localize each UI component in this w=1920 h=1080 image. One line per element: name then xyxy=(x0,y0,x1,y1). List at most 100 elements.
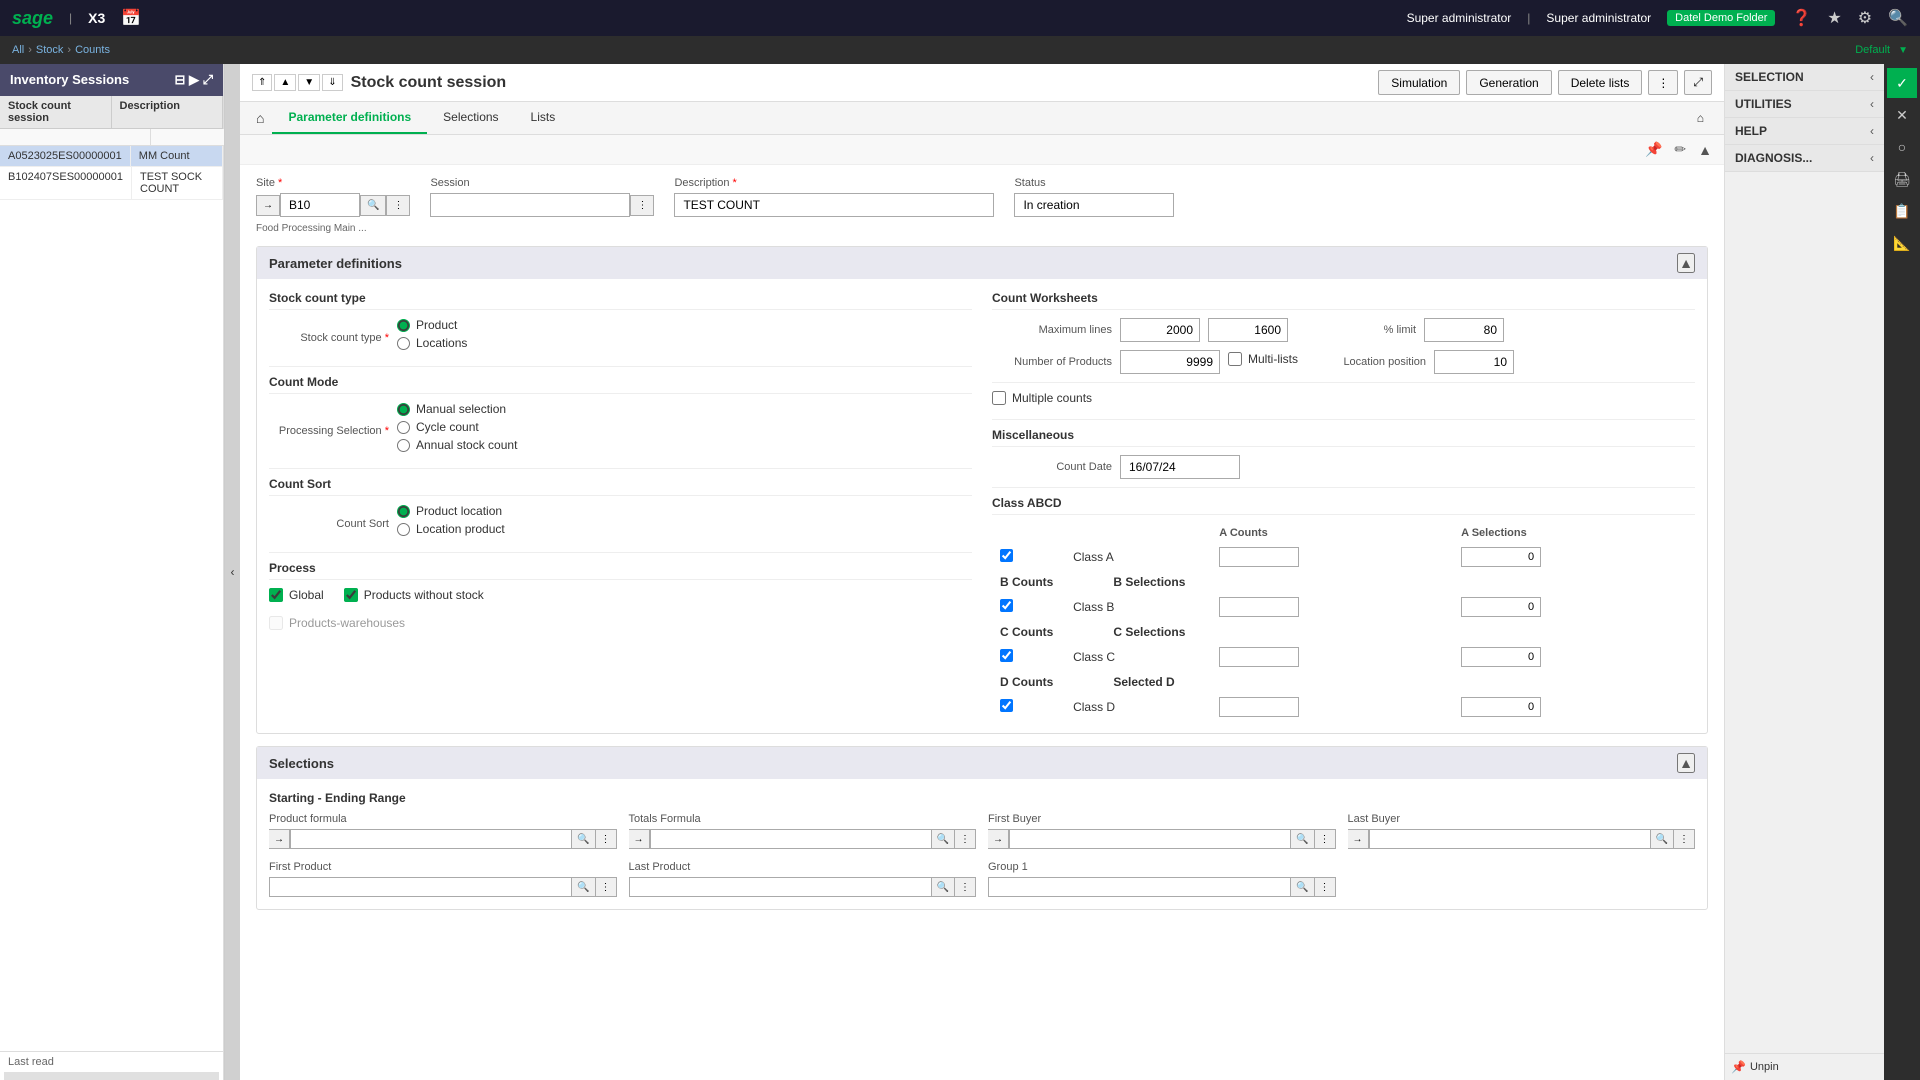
products-without-stock-checkbox-label[interactable]: Products without stock xyxy=(344,588,484,602)
radio-cycle-input[interactable] xyxy=(397,421,410,434)
folder-label[interactable]: Datel Demo Folder xyxy=(1667,10,1775,26)
radio-product-input[interactable] xyxy=(397,319,410,332)
selection-panel-row[interactable]: SELECTION ‹ xyxy=(1725,64,1884,91)
session-input[interactable] xyxy=(430,193,630,217)
radio-locations-input[interactable] xyxy=(397,337,410,350)
delete-lists-btn[interactable]: Delete lists xyxy=(1558,70,1643,95)
multi-lists-checkbox[interactable] xyxy=(1228,352,1242,366)
far-right-circle-btn[interactable]: ○ xyxy=(1887,132,1917,162)
session-more-btn[interactable]: ⋮ xyxy=(630,195,654,216)
more-btn[interactable]: ⋮ xyxy=(1648,70,1678,95)
totals-formula-more-btn[interactable]: ⋮ xyxy=(955,829,976,849)
radio-product-location-input[interactable] xyxy=(397,505,410,518)
multiple-counts-checkbox[interactable] xyxy=(992,391,1006,405)
site-search-btn[interactable]: 🔍 xyxy=(360,195,386,216)
parameter-definitions-collapse[interactable]: ▲ xyxy=(1677,253,1695,273)
breadcrumb-all[interactable]: All xyxy=(12,44,24,56)
radio-annual[interactable]: Annual stock count xyxy=(397,438,517,452)
totals-formula-arrow-btn[interactable]: → xyxy=(629,829,650,849)
help-panel-row[interactable]: HELP ‹ xyxy=(1725,118,1884,145)
tab-lists[interactable]: Lists xyxy=(515,102,572,134)
search-icon[interactable]: 🔍 xyxy=(1888,8,1908,28)
simulation-btn[interactable]: Simulation xyxy=(1378,70,1460,95)
far-right-ruler-btn[interactable]: 📐 xyxy=(1887,228,1917,258)
nav-last-btn[interactable]: ⇓ xyxy=(322,74,342,91)
class-b-selections-input[interactable] xyxy=(1461,597,1541,617)
product-formula-more-btn[interactable]: ⋮ xyxy=(596,829,617,849)
far-right-clipboard-btn[interactable]: 📋 xyxy=(1887,196,1917,226)
class-a-counts-input[interactable] xyxy=(1219,547,1299,567)
last-product-input[interactable] xyxy=(629,877,932,897)
toolbar-edit-icon[interactable]: ✏ xyxy=(1670,139,1690,160)
sidebar-pin-btn[interactable]: ⊟ ▶ ⤢ xyxy=(174,72,213,88)
radio-locations[interactable]: Locations xyxy=(397,336,467,350)
far-right-print-btn[interactable]: 🖨 xyxy=(1887,164,1917,194)
last-product-search-btn[interactable]: 🔍 xyxy=(932,877,955,897)
first-buyer-more-btn[interactable]: ⋮ xyxy=(1315,829,1336,849)
class-c-checkbox[interactable] xyxy=(1000,649,1013,662)
radio-product[interactable]: Product xyxy=(397,318,467,332)
sidebar-row-1[interactable]: A0523025ES00000001 MM Count xyxy=(0,146,223,167)
maximum-lines-input2[interactable] xyxy=(1208,318,1288,342)
location-position-input[interactable] xyxy=(1434,350,1514,374)
class-d-counts-input[interactable] xyxy=(1219,697,1299,717)
site-more-btn[interactable]: ⋮ xyxy=(386,195,410,216)
first-buyer-input[interactable] xyxy=(1009,829,1291,849)
far-right-check-btn[interactable]: ✓ xyxy=(1887,68,1917,98)
last-product-more-btn[interactable]: ⋮ xyxy=(955,877,976,897)
radio-location-product[interactable]: Location product xyxy=(397,522,505,536)
last-buyer-more-btn[interactable]: ⋮ xyxy=(1674,829,1695,849)
class-d-checkbox[interactable] xyxy=(1000,699,1013,712)
class-b-counts-input[interactable] xyxy=(1219,597,1299,617)
site-input[interactable] xyxy=(280,193,360,217)
count-date-input[interactable] xyxy=(1120,455,1240,479)
nav-prev-btn[interactable]: ▲ xyxy=(274,74,296,91)
breadcrumb-counts[interactable]: Counts xyxy=(75,44,110,56)
expand-btn[interactable]: ⤢ xyxy=(1684,70,1712,95)
last-buyer-input[interactable] xyxy=(1369,829,1651,849)
nav-first-btn[interactable]: ⇑ xyxy=(252,74,272,91)
diagnosis-panel-row[interactable]: DIAGNOSIS... ‹ xyxy=(1725,145,1884,172)
number-products-input[interactable] xyxy=(1120,350,1220,374)
site-arrow-btn[interactable]: → xyxy=(256,195,280,216)
radio-annual-input[interactable] xyxy=(397,439,410,452)
last-buyer-search-btn[interactable]: 🔍 xyxy=(1651,829,1674,849)
class-c-counts-input[interactable] xyxy=(1219,647,1299,667)
description-input[interactable] xyxy=(674,193,994,217)
group1-more-btn[interactable]: ⋮ xyxy=(1315,877,1336,897)
product-formula-arrow-btn[interactable]: → xyxy=(269,829,290,849)
class-b-checkbox[interactable] xyxy=(1000,599,1013,612)
maximum-lines-input1[interactable] xyxy=(1120,318,1200,342)
multi-lists-checkbox-label[interactable]: Multi-lists xyxy=(1228,352,1298,366)
class-d-selections-input[interactable] xyxy=(1461,697,1541,717)
radio-product-location[interactable]: Product location xyxy=(397,504,505,518)
global-checkbox[interactable] xyxy=(269,588,283,602)
class-a-checkbox[interactable] xyxy=(1000,549,1013,562)
radio-manual[interactable]: Manual selection xyxy=(397,402,517,416)
radio-location-product-input[interactable] xyxy=(397,523,410,536)
toolbar-collapse-icon[interactable]: ▲ xyxy=(1694,139,1716,160)
products-warehouses-checkbox-label[interactable]: Products-warehouses xyxy=(269,616,972,630)
first-product-more-btn[interactable]: ⋮ xyxy=(596,877,617,897)
tab-selections[interactable]: Selections xyxy=(427,102,514,134)
generation-btn[interactable]: Generation xyxy=(1466,70,1551,95)
sidebar-row-2[interactable]: B102407SES00000001 TEST SOCK COUNT xyxy=(0,167,223,200)
first-product-input[interactable] xyxy=(269,877,572,897)
first-buyer-arrow-btn[interactable]: → xyxy=(988,829,1009,849)
radio-cycle[interactable]: Cycle count xyxy=(397,420,517,434)
tab-bookmark[interactable]: ⌂ xyxy=(1689,107,1712,129)
product-formula-input[interactable] xyxy=(290,829,572,849)
last-buyer-arrow-btn[interactable]: → xyxy=(1348,829,1369,849)
sidebar-filter-session[interactable] xyxy=(0,129,151,145)
tab-parameter-definitions[interactable]: Parameter definitions xyxy=(272,102,427,134)
totals-formula-input[interactable] xyxy=(650,829,932,849)
first-buyer-search-btn[interactable]: 🔍 xyxy=(1291,829,1314,849)
tab-home[interactable]: ⌂ xyxy=(248,102,272,134)
class-a-selections-input[interactable] xyxy=(1461,547,1541,567)
star-icon[interactable]: ★ xyxy=(1827,8,1841,28)
unpin-label[interactable]: Unpin xyxy=(1750,1061,1779,1073)
percent-limit-input[interactable] xyxy=(1424,318,1504,342)
help-icon[interactable]: ❓ xyxy=(1791,8,1811,28)
utilities-panel-row[interactable]: UTILITIES ‹ xyxy=(1725,91,1884,118)
default-link[interactable]: Default xyxy=(1855,44,1890,56)
